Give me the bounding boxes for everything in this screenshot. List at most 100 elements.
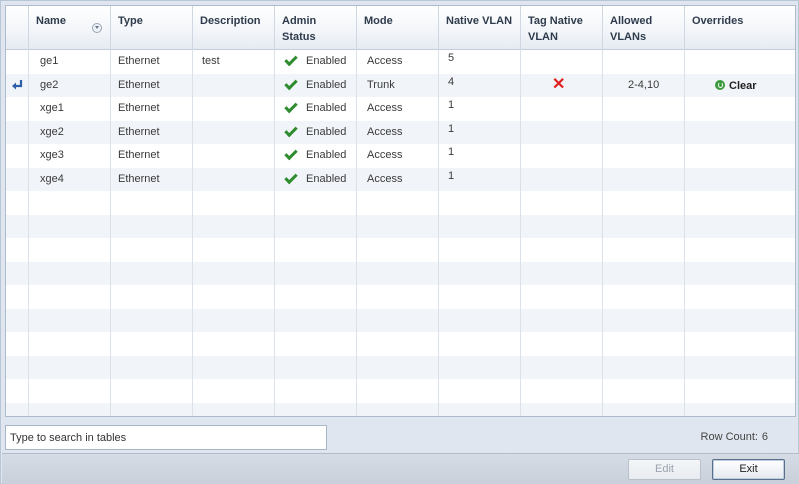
cell-type: Ethernet [118, 102, 160, 114]
empty-table-row [6, 308, 795, 332]
column-header-admin-status[interactable]: Admin Status [275, 6, 357, 50]
column-header-allowed-vlans[interactable]: Allowed VLANs [603, 6, 685, 50]
cell-native-vlan: 1 [448, 122, 455, 135]
column-header-description-label: Description [200, 15, 261, 27]
column-divider [356, 50, 357, 416]
edit-button[interactable]: Edit [628, 459, 701, 480]
checkmark-icon [284, 123, 298, 137]
action-bar: Edit Exit [2, 453, 799, 484]
cell-admin-status: Enabled [276, 121, 346, 144]
cell-allowed-vlans: 2-4,10 [628, 78, 660, 91]
cell-type: Ethernet [118, 125, 160, 138]
header-row-marker [6, 6, 29, 50]
refresh-icon [715, 79, 725, 90]
table-row[interactable]: xge2 Ethernet Enabled Access 1 [6, 120, 795, 144]
checkmark-icon [284, 146, 298, 161]
cell-type: Ethernet [118, 172, 160, 185]
checkmark-icon [284, 170, 298, 184]
clear-override-button[interactable]: Clear [715, 76, 757, 96]
column-divider [602, 50, 603, 416]
sort-indicator-icon[interactable] [92, 23, 102, 33]
row-count-label: Row Count: [700, 431, 758, 443]
cell-description: test [202, 55, 220, 67]
cell-description [195, 97, 202, 120]
column-header-allowed-vlans-label: Allowed VLANs [610, 15, 653, 43]
cell-type: Ethernet [118, 149, 160, 161]
column-header-tag-native-vlan-label: Tag Native VLAN [528, 15, 583, 43]
table-row[interactable]: xge3 Ethernet Enabled Access 1 [6, 144, 795, 168]
cell-mode: Access [367, 102, 403, 114]
table-search-input[interactable] [5, 425, 327, 450]
cell-name: ge2 [40, 78, 59, 91]
table-row[interactable]: xge1 Ethernet Enabled Access 1 [6, 97, 795, 121]
cell-name: xge1 [40, 102, 64, 114]
cell-name: xge2 [40, 125, 64, 138]
clear-label: Clear [729, 79, 757, 92]
cell-mode: Trunk [367, 78, 395, 91]
column-divider [110, 50, 111, 416]
admin-status-text: Enabled [306, 102, 347, 114]
cell-description [195, 168, 202, 191]
column-divider [684, 50, 685, 416]
cell-name: xge3 [40, 149, 64, 161]
interfaces-table: Name Type Description Admin Status Mode … [5, 5, 796, 417]
cell-admin-status: Enabled [276, 74, 346, 97]
column-header-overrides[interactable]: Overrides [685, 6, 795, 50]
table-row[interactable]: ge2 Ethernet Enabled Trunk 4 ✕ 2-4,10 Clear [6, 73, 795, 97]
cell-native-vlan: 1 [448, 99, 455, 111]
empty-table-row [6, 261, 795, 285]
cell-native-vlan: 4 [448, 75, 455, 88]
cell-admin-status: Enabled [276, 168, 346, 191]
column-header-name-label: Name [36, 15, 66, 27]
empty-table-row [6, 214, 795, 238]
table-row[interactable]: xge4 Ethernet Enabled Access 1 [6, 167, 795, 191]
table-header: Name Type Description Admin Status Mode … [6, 6, 795, 50]
cell-admin-status: Enabled [276, 50, 346, 73]
interface-table-dialog: Name Type Description Admin Status Mode … [0, 0, 799, 484]
column-header-type-label: Type [118, 15, 143, 27]
column-header-native-vlan[interactable]: Native VLAN [439, 6, 521, 50]
admin-status-text: Enabled [306, 78, 347, 91]
cell-native-vlan: 1 [448, 146, 455, 158]
column-header-name[interactable]: Name [29, 6, 111, 50]
cell-description [195, 144, 202, 167]
column-header-admin-status-label: Admin Status [282, 15, 317, 43]
x-icon: ✕ [552, 75, 566, 93]
override-arrow-icon [12, 79, 23, 89]
checkmark-icon [284, 52, 298, 67]
cell-mode: Access [367, 125, 403, 138]
column-header-tag-native-vlan[interactable]: Tag Native VLAN [521, 6, 603, 50]
admin-status-text: Enabled [306, 172, 347, 185]
cell-native-vlan: 1 [448, 169, 455, 182]
column-divider [520, 50, 521, 416]
cell-mode: Access [367, 55, 403, 67]
cell-mode: Access [367, 149, 403, 161]
column-header-mode[interactable]: Mode [357, 6, 439, 50]
admin-status-text: Enabled [306, 125, 347, 138]
empty-table-row [6, 355, 795, 379]
column-divider [192, 50, 193, 416]
column-divider [28, 50, 29, 416]
table-row[interactable]: ge1 Ethernet test Enabled Access 5 [6, 50, 795, 74]
checkmark-icon [284, 76, 298, 90]
column-header-type[interactable]: Type [111, 6, 193, 50]
row-count-value: 6 [761, 431, 768, 443]
cell-type: Ethernet [118, 78, 160, 91]
column-divider [274, 50, 275, 416]
exit-button[interactable]: Exit [712, 459, 785, 480]
empty-table-row [6, 191, 795, 215]
column-header-mode-label: Mode [364, 15, 393, 27]
admin-status-text: Enabled [306, 55, 347, 67]
column-header-description[interactable]: Description [193, 6, 275, 50]
cell-admin-status: Enabled [276, 97, 346, 120]
empty-table-row [6, 238, 795, 262]
cell-name: xge4 [40, 172, 64, 185]
cell-mode: Access [367, 172, 403, 185]
empty-table-row [6, 332, 795, 356]
empty-table-row [6, 379, 795, 403]
column-header-overrides-label: Overrides [692, 15, 744, 27]
table-footer: Row Count: 6 [5, 421, 796, 453]
cell-admin-status: Enabled [276, 144, 346, 167]
table-body: ge1 Ethernet test Enabled Access 5 ge2 Ethernet… [6, 50, 795, 416]
cell-description [195, 74, 202, 97]
